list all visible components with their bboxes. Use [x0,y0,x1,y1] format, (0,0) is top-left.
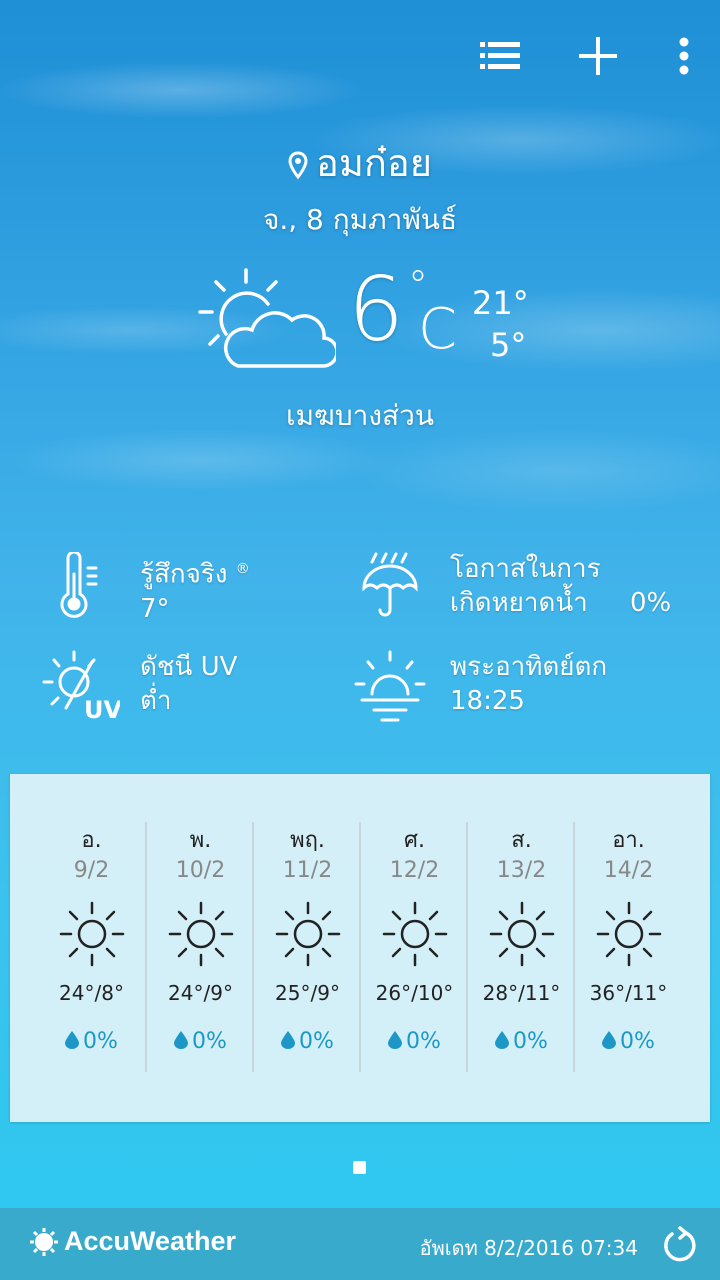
sunny-icon [575,901,682,971]
sunset-label: พระอาทิตย์ตก [450,652,608,682]
precip-value: 0% [630,588,672,618]
list-icon[interactable] [478,28,522,84]
realfeel-label: รู้สึกจริง [140,559,228,590]
top-toolbar [478,28,694,84]
forecast-rain: 0% [361,1029,468,1054]
last-updated: อัพเดท 8/2/2016 07:34 [419,1236,638,1260]
forecast-rain: 0% [147,1029,254,1054]
forecast-rain: 0% [254,1029,361,1054]
forecast-rain-value: 0% [620,1029,655,1054]
footer-bar: AccuWeather อัพเดท 8/2/2016 07:34 [0,1208,720,1280]
forecast-panel[interactable]: อ. 9/2 24°/8° 0% พ. 10/2 24°/9° 0% พฤ. 1… [10,774,710,1122]
forecast-day[interactable]: อ. 9/2 24°/8° 0% [38,822,145,1072]
forecast-rain: 0% [468,1029,575,1054]
current-date: จ., 8 กุมภาพันธ์ [262,203,458,236]
forecast-day-name: อ. [81,828,102,853]
forecast-temp-range: 36°/11° [589,981,668,1005]
raindrop-icon [388,1031,403,1049]
forecast-temp-range: 25°/9° [275,981,340,1005]
uv-detail: UV ดัชนี UV ต่ำ [40,650,237,722]
temp-unit-letter: C [418,297,458,362]
raindrop-icon [495,1031,510,1049]
realfeel-value: 7° [140,593,170,624]
forecast-rain: 0% [575,1029,682,1054]
forecast-date: 12/2 [389,858,440,883]
forecast-rain-value: 0% [192,1029,227,1054]
partly-cloudy-icon [198,268,336,368]
forecast-day-name: ส. [511,828,532,853]
plus-icon[interactable] [576,28,620,84]
sunset-icon [354,650,426,722]
forecast-day[interactable]: ส. 13/2 28°/11° 0% [466,822,575,1072]
sunset-value: 18:25 [450,686,525,716]
precip-label-2: เกิดหยาดน้ำ [450,588,588,618]
accuweather-logo[interactable]: AccuWeather [30,1226,236,1257]
uv-index-icon: UV [42,650,120,722]
forecast-date: 9/2 [73,858,110,883]
forecast-date: 10/2 [175,858,226,883]
refresh-icon[interactable] [662,1224,698,1268]
precip-detail: โอกาสในการ เกิดหยาดน้ำ 0% [360,552,680,622]
location-pin-icon [288,150,308,179]
raindrop-icon [174,1031,189,1049]
forecast-rain-value: 0% [406,1029,441,1054]
precip-label-1: โอกาสในการ [450,554,601,584]
current-weather[interactable]: 6 ° C 21° 5° [0,262,720,382]
sunny-icon [361,901,468,971]
forecast-temp-range: 24°/9° [168,981,233,1005]
forecast-temp-range: 28°/11° [482,981,561,1005]
realfeel-detail: รู้สึกจริง ® 7° [54,552,250,626]
sunny-icon [468,901,575,971]
uv-icon-text: UV [84,696,120,722]
weather-condition: เมฆบางส่วน [286,399,434,432]
sun-logo-icon [30,1227,58,1256]
forecast-temp-range: 24°/8° [59,981,124,1005]
forecast-day[interactable]: อา. 14/2 36°/11° 0% [573,822,682,1072]
forecast-day[interactable]: พ. 10/2 24°/9° 0% [145,822,254,1072]
forecast-rain: 0% [38,1029,145,1054]
low-temp: 5° [490,326,527,364]
raindrop-icon [281,1031,296,1049]
umbrella-rain-icon [362,552,418,617]
forecast-rain-value: 0% [299,1029,334,1054]
location-name: อมก๋อย [316,141,432,185]
registered-mark: ® [235,561,250,577]
uv-value: ต่ำ [140,686,172,716]
forecast-day-name: อา. [612,828,645,853]
sunset-detail: พระอาทิตย์ตก 18:25 [352,650,607,726]
brand-name: AccuWeather [64,1226,237,1256]
forecast-rain-value: 0% [513,1029,548,1054]
uv-label: ดัชนี UV [140,652,238,682]
forecast-date: 13/2 [496,858,547,883]
forecast-date: 14/2 [603,858,654,883]
forecast-day[interactable]: ศ. 12/2 26°/10° 0% [359,822,468,1072]
sunny-icon [254,901,361,971]
thermometer-icon [60,552,98,618]
forecast-temp-range: 26°/10° [375,981,454,1005]
current-temp: 6 [348,258,404,361]
forecast-day[interactable]: พฤ. 11/2 25°/9° 0% [252,822,361,1072]
raindrop-icon [65,1031,80,1049]
location-title[interactable]: อมก๋อย [0,132,720,193]
forecast-day-name: พฤ. [290,828,325,853]
sunny-icon [38,901,145,971]
forecast-rain-value: 0% [83,1029,118,1054]
forecast-day-name: ศ. [404,828,425,853]
high-temp: 21° [472,284,529,322]
page-indicator [353,1161,366,1174]
forecast-date: 11/2 [282,858,333,883]
raindrop-icon [602,1031,617,1049]
forecast-day-name: พ. [189,828,212,853]
sunny-icon [147,901,254,971]
more-vert-icon[interactable] [674,28,694,84]
